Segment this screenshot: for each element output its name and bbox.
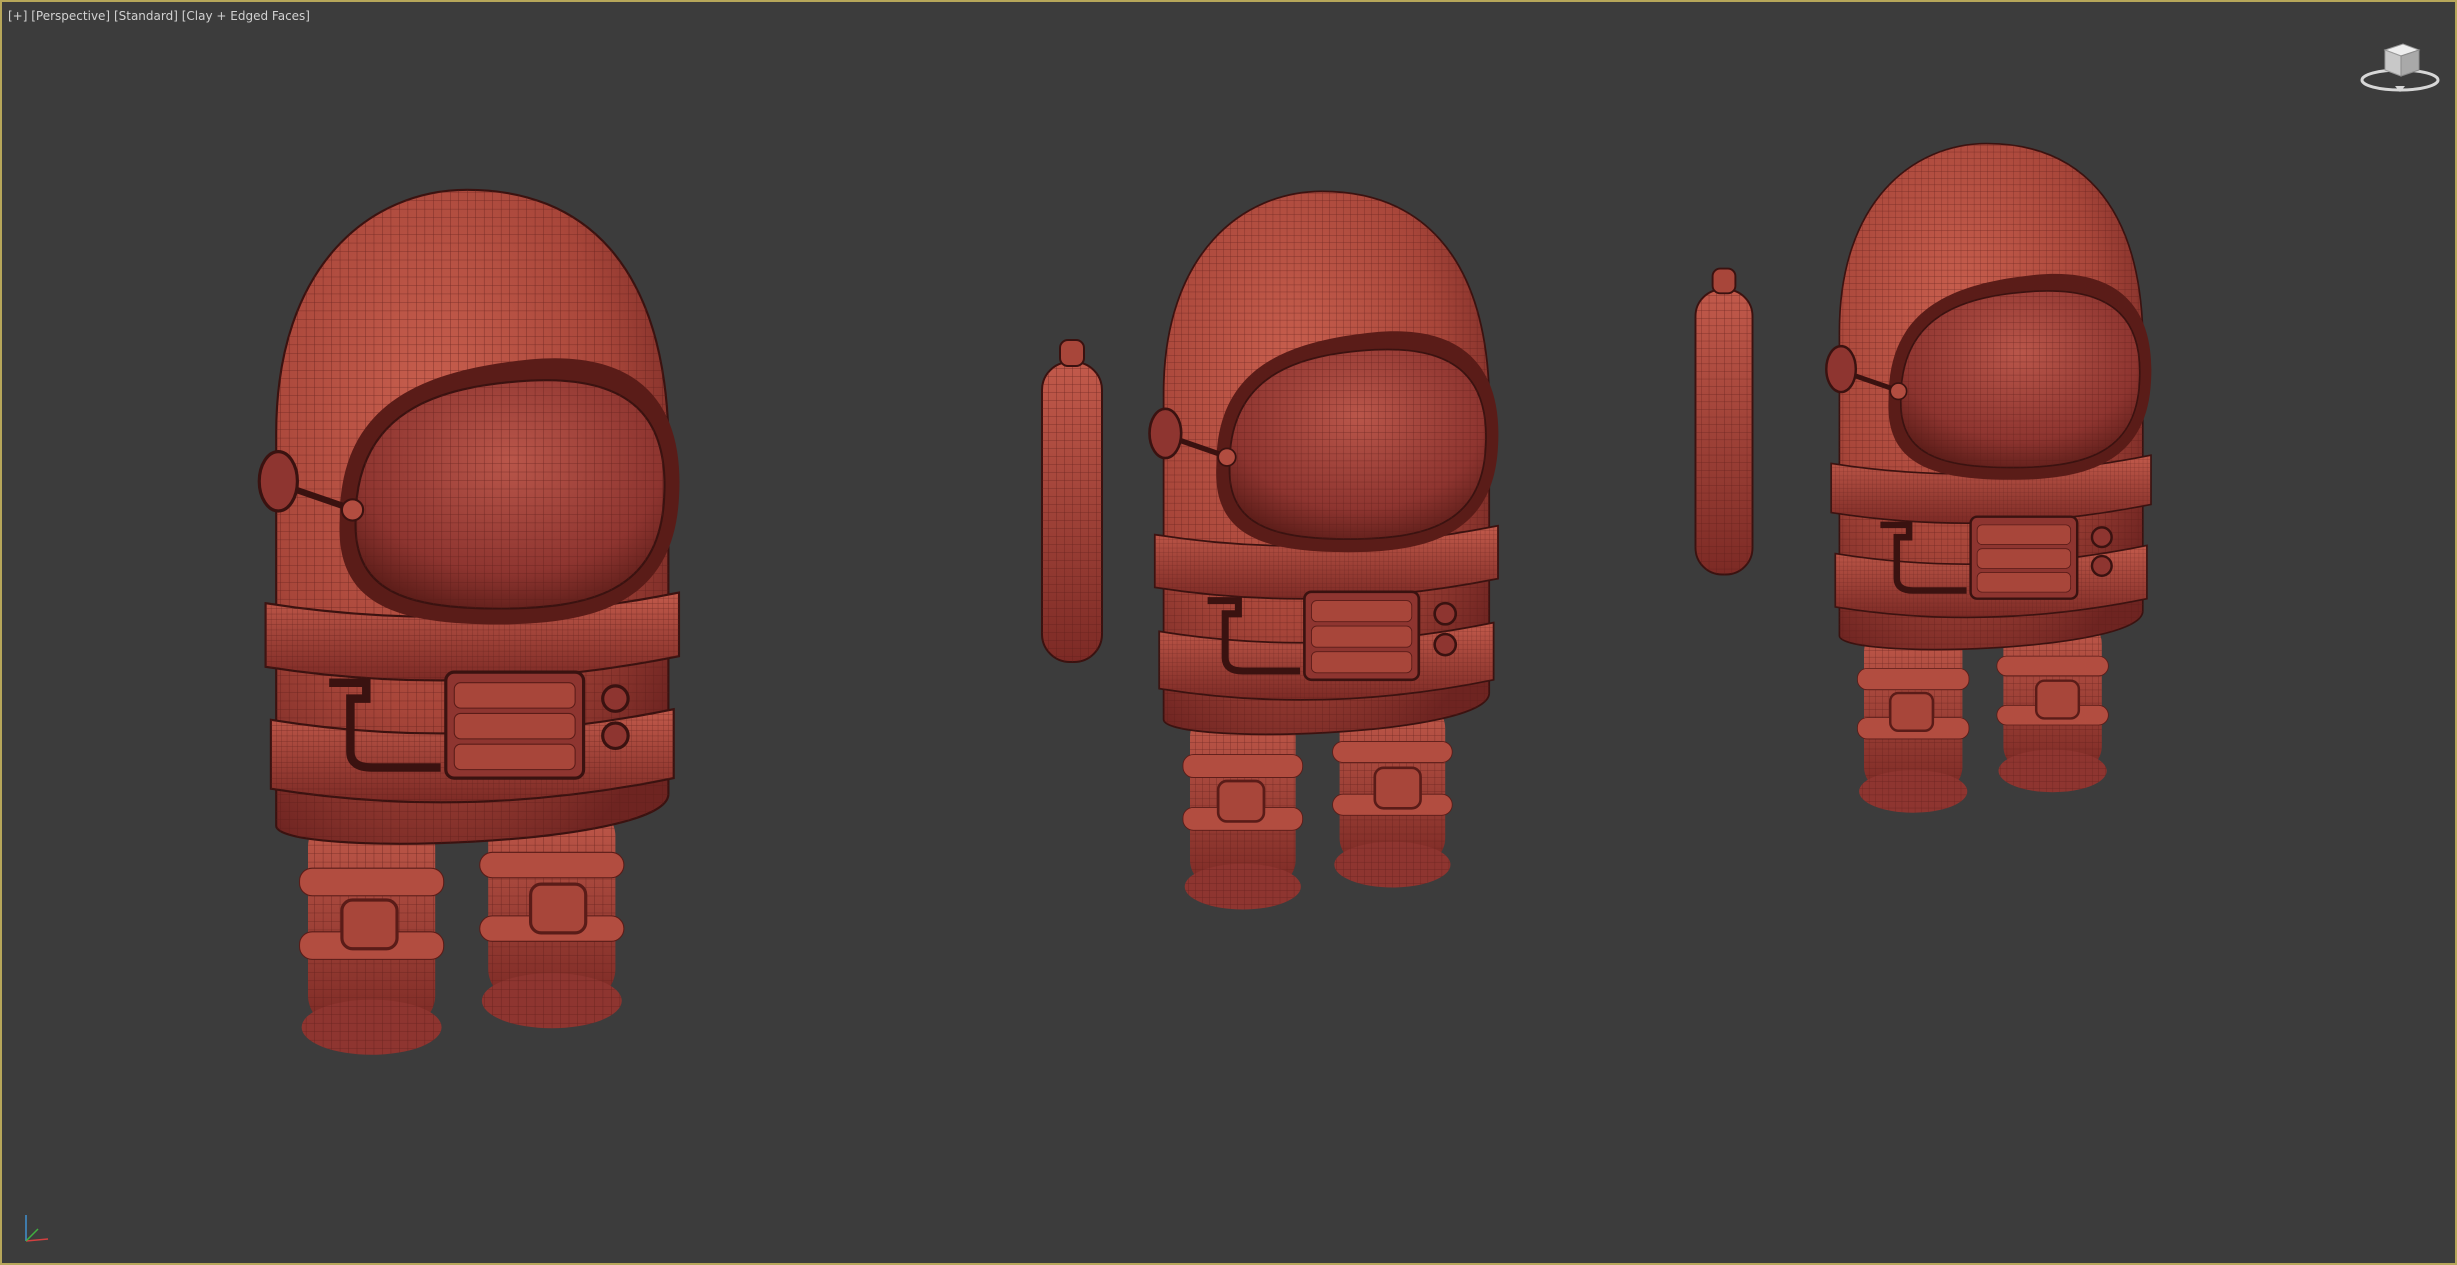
jetpack-tank-right[interactable]	[1694, 267, 1754, 576]
crewmate-model-middle[interactable]	[1150, 191, 1499, 909]
crewmate-model-right[interactable]	[1826, 144, 2151, 813]
scene-render[interactable]	[2, 2, 2455, 1263]
viewcube-icon[interactable]	[2357, 36, 2443, 96]
axis-tripod-icon	[25, 1215, 49, 1242]
jetpack-tank-middle[interactable]	[1041, 339, 1103, 663]
perspective-viewport[interactable]: [+] [Perspective] [Standard] [Clay + Edg…	[0, 0, 2457, 1265]
crewmate-model-front[interactable]	[259, 190, 679, 1055]
